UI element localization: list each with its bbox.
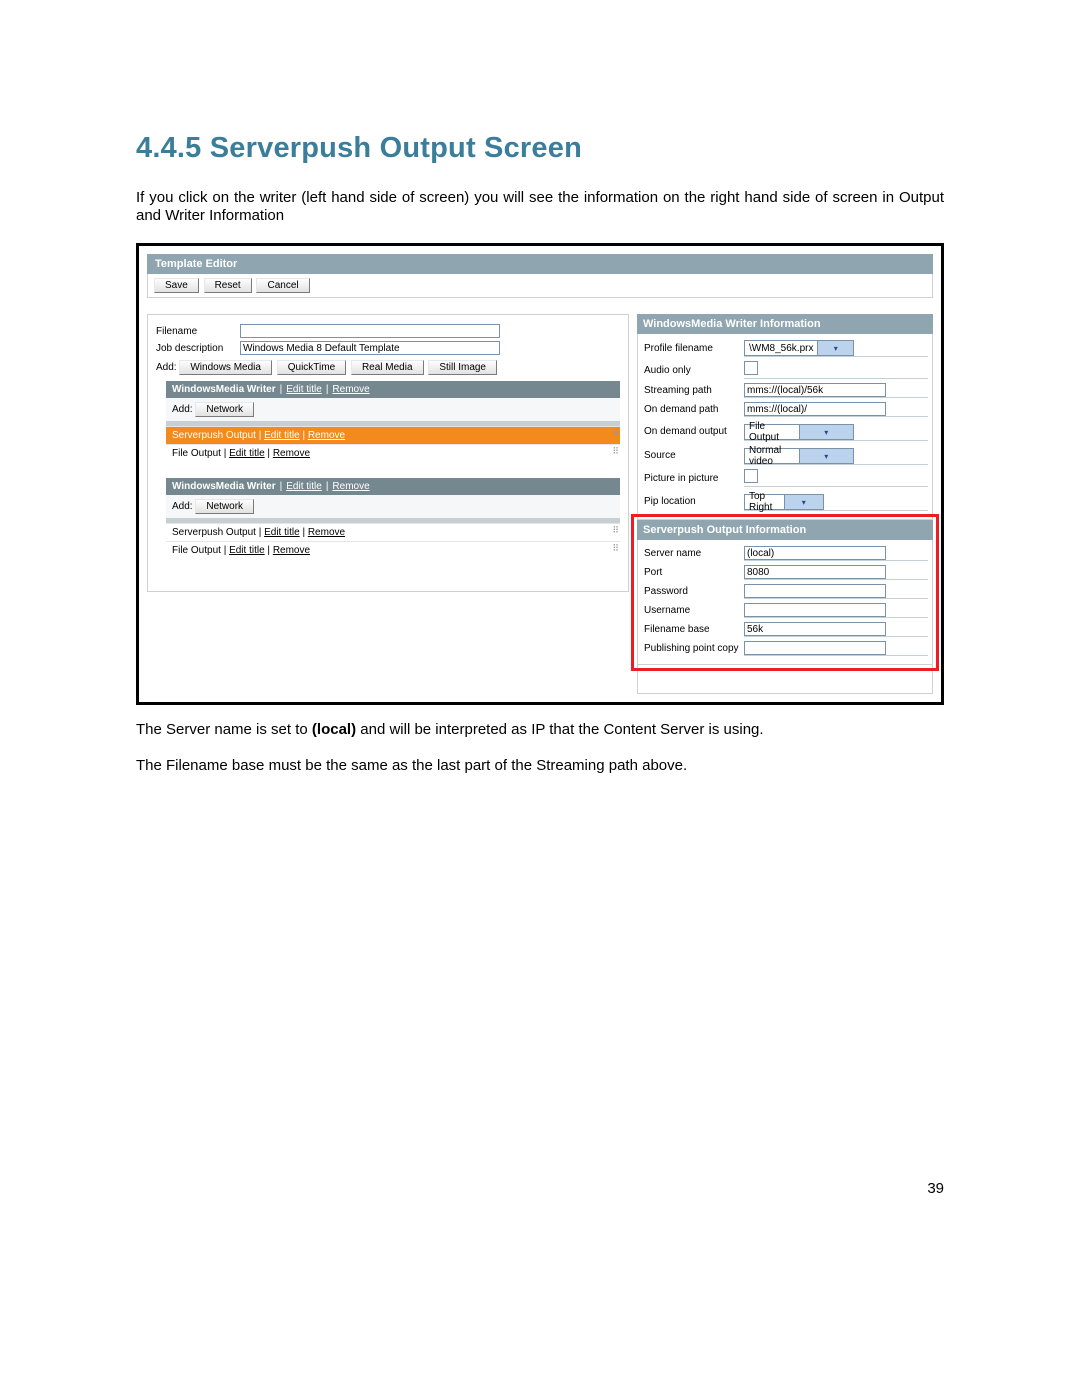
source-label: Source (642, 450, 744, 461)
audio-only-label: Audio only (642, 365, 744, 376)
on-demand-path-field[interactable] (744, 402, 886, 416)
item-label: Serverpush Output (172, 430, 256, 441)
password-field[interactable] (744, 584, 886, 598)
pip-location-label: Pip location (642, 496, 744, 507)
section-heading: 4.4.5 Serverpush Output Screen (136, 132, 944, 165)
serverpush-output-item[interactable]: Serverpush Output | Edit title | Remove … (166, 523, 620, 541)
save-button[interactable]: Save (154, 278, 199, 293)
chevron-down-icon: ▾ (817, 341, 853, 355)
on-demand-output-label: On demand output (642, 426, 744, 437)
tree-add-row: Add: Network (166, 398, 620, 421)
chevron-down-icon: ▾ (799, 449, 854, 463)
edit-title-link[interactable]: Edit title (286, 481, 322, 492)
remove-link[interactable]: Remove (273, 545, 310, 556)
jobdesc-label: Job description (156, 343, 240, 354)
intro-paragraph: If you click on the writer (left hand si… (136, 189, 944, 225)
writer-block-1: WindowsMedia Writer | Edit title | Remov… (166, 381, 620, 462)
left-panel: Filename Job description Add: Windows Me… (147, 314, 629, 592)
edit-title-link[interactable]: Edit title (264, 527, 300, 538)
jobdesc-field[interactable] (240, 341, 500, 355)
add-quicktime-button[interactable]: QuickTime (277, 360, 346, 375)
source-select[interactable]: Normal video▾ (744, 448, 854, 464)
post-paragraph-1: The Server name is set to (local) and wi… (136, 721, 944, 739)
edit-title-link[interactable]: Edit title (286, 384, 322, 395)
remove-link[interactable]: Remove (273, 448, 310, 459)
streaming-path-field[interactable] (744, 383, 886, 397)
drag-handle-icon[interactable]: ⠿ (612, 428, 618, 439)
serverpush-output-item-selected[interactable]: Serverpush Output | Edit title | Remove … (166, 426, 620, 444)
writer-block-2: WindowsMedia Writer | Edit title | Remov… (166, 478, 620, 559)
tree-add-label: Add: (172, 501, 193, 512)
port-label: Port (642, 567, 744, 578)
on-demand-output-select[interactable]: File Output▾ (744, 424, 854, 440)
serverpush-info-header: Serverpush Output Information (637, 520, 933, 540)
filename-base-label: Filename base (642, 624, 744, 635)
pip-label: Picture in picture (642, 473, 744, 484)
tree-add-label: Add: (172, 404, 193, 415)
profile-filename-label: Profile filename (642, 343, 744, 354)
filename-label: Filename (156, 326, 240, 337)
screenshot-figure: Template Editor Save Reset Cancel Filena… (136, 243, 944, 705)
pubpoint-field[interactable] (744, 641, 886, 655)
toolbar: Save Reset Cancel (147, 274, 933, 298)
writer-info-header: WindowsMedia Writer Information (637, 314, 933, 334)
add-label: Add: (156, 362, 177, 373)
filename-field[interactable] (240, 324, 500, 338)
pip-checkbox[interactable] (744, 469, 758, 483)
writer-header-1[interactable]: WindowsMedia Writer | Edit title | Remov… (166, 381, 620, 398)
add-network-button[interactable]: Network (195, 499, 254, 514)
tree-add-row: Add: Network (166, 495, 620, 518)
writer-header-title: WindowsMedia Writer (172, 481, 276, 492)
file-output-item[interactable]: File Output | Edit title | Remove ⠿ (166, 541, 620, 559)
username-label: Username (642, 605, 744, 616)
cancel-button[interactable]: Cancel (256, 278, 309, 293)
remove-link[interactable]: Remove (308, 430, 345, 441)
remove-link[interactable]: Remove (332, 481, 369, 492)
edit-title-link[interactable]: Edit title (229, 545, 265, 556)
drag-handle-icon[interactable]: ⠿ (612, 543, 618, 554)
file-output-item[interactable]: File Output | Edit title | Remove ⠿ (166, 444, 620, 462)
chevron-down-icon: ▾ (784, 495, 824, 509)
streaming-path-label: Streaming path (642, 385, 744, 396)
item-label: File Output (172, 448, 221, 459)
edit-title-link[interactable]: Edit title (264, 430, 300, 441)
reset-button[interactable]: Reset (204, 278, 252, 293)
remove-link[interactable]: Remove (332, 384, 369, 395)
item-label: Serverpush Output (172, 527, 256, 538)
remove-link[interactable]: Remove (308, 527, 345, 538)
add-network-button[interactable]: Network (195, 402, 254, 417)
pubpoint-label: Publishing point copy (642, 643, 744, 654)
password-label: Password (642, 586, 744, 597)
add-stillimage-button[interactable]: Still Image (428, 360, 497, 375)
port-field[interactable] (744, 565, 886, 579)
right-panel: WindowsMedia Writer Information Profile … (637, 314, 933, 694)
writer-header-title: WindowsMedia Writer (172, 384, 276, 395)
window-title: Template Editor (147, 254, 933, 274)
chevron-down-icon: ▾ (799, 425, 854, 439)
server-name-field[interactable] (744, 546, 886, 560)
audio-only-checkbox[interactable] (744, 361, 758, 375)
pip-location-select[interactable]: Top Right▾ (744, 494, 824, 510)
on-demand-path-label: On demand path (642, 404, 744, 415)
filename-base-field[interactable] (744, 622, 886, 636)
drag-handle-icon[interactable]: ⠿ (612, 525, 618, 536)
drag-handle-icon[interactable]: ⠿ (612, 446, 618, 457)
profile-filename-select[interactable]: \WM8_56k.prx▾ (744, 340, 854, 356)
post-paragraph-2: The Filename base must be the same as th… (136, 757, 944, 775)
writer-header-2[interactable]: WindowsMedia Writer | Edit title | Remov… (166, 478, 620, 495)
add-windowsmedia-button[interactable]: Windows Media (179, 360, 272, 375)
server-name-label: Server name (642, 548, 744, 559)
item-label: File Output (172, 545, 221, 556)
username-field[interactable] (744, 603, 886, 617)
page-number: 39 (927, 1180, 944, 1197)
edit-title-link[interactable]: Edit title (229, 448, 265, 459)
add-realmedia-button[interactable]: Real Media (351, 360, 424, 375)
